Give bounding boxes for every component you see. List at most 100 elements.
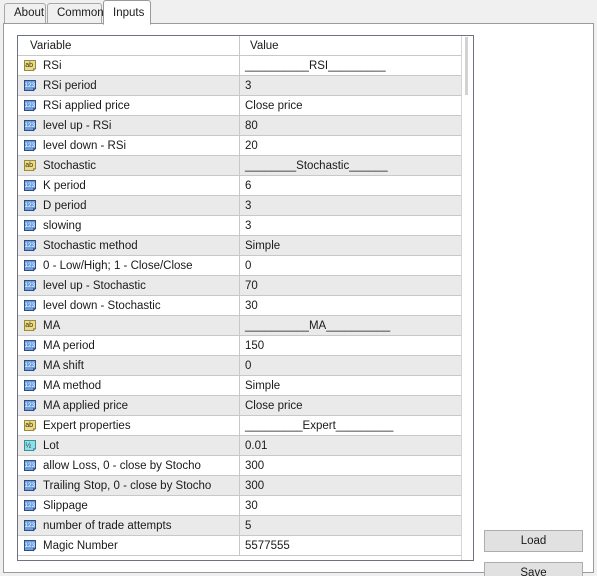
table-row[interactable]: 123 number of trade attempts 5 [18, 516, 462, 536]
row-value-text: 3 [245, 219, 252, 232]
row-value-cell[interactable]: 6 [240, 176, 462, 196]
svg-text:123: 123 [24, 182, 35, 189]
table-row[interactable]: 123 MA period 150 [18, 336, 462, 356]
row-value-cell[interactable]: 20 [240, 136, 462, 156]
row-value-cell[interactable]: 300 [240, 456, 462, 476]
row-value-cell[interactable]: 30 [240, 296, 462, 316]
row-value-cell[interactable]: 5577555 [240, 536, 462, 556]
row-value-cell[interactable]: 0 [240, 256, 462, 276]
123-number-icon: 123 [23, 79, 38, 93]
row-variable-label: MA shift [43, 359, 84, 372]
inputs-tab-panel: Variable Value ab RSi __________RSI_______… [3, 23, 594, 576]
grid-header-row: Variable Value [18, 36, 462, 56]
tab-strip: About Common Inputs [0, 0, 597, 25]
row-value-cell[interactable]: 5 [240, 516, 462, 536]
table-row[interactable]: 123 level up - Stochastic 70 [18, 276, 462, 296]
row-value-cell[interactable]: 0.01 [240, 436, 462, 456]
expert-properties-dialog: About Common Inputs Variable Value ab RSi… [0, 0, 597, 576]
row-variable-cell: 123 D period [18, 196, 240, 216]
tab-inputs[interactable]: Inputs [103, 0, 151, 25]
row-variable-label: MA applied price [43, 399, 129, 412]
table-row[interactable]: 123 allow Loss, 0 - close by Stocho 300 [18, 456, 462, 476]
table-row[interactable]: 123 0 - Low/High; 1 - Close/Close 0 [18, 256, 462, 276]
123-number-icon: 123 [23, 139, 38, 153]
123-number-icon: 123 [23, 359, 38, 373]
table-row[interactable]: 123 slowing 3 [18, 216, 462, 236]
table-row[interactable]: 123 MA method Simple [18, 376, 462, 396]
row-value-cell[interactable]: Close price [240, 396, 462, 416]
row-variable-label: Trailing Stop, 0 - close by Stocho [43, 479, 212, 492]
table-row[interactable]: 123 Slippage 30 [18, 496, 462, 516]
table-row[interactable]: 123 MA shift 0 [18, 356, 462, 376]
123-number-icon: 123 [23, 479, 38, 493]
table-row[interactable]: 123 Stochastic method Simple [18, 236, 462, 256]
table-row[interactable]: ab RSi __________RSI_________ [18, 56, 462, 76]
table-row[interactable]: 123 K period 6 [18, 176, 462, 196]
svg-text:123: 123 [24, 402, 35, 409]
table-row[interactable]: ½ Lot 0.01 [18, 436, 462, 456]
table-row[interactable]: 123 level down - RSi 20 [18, 136, 462, 156]
row-value-cell[interactable]: Simple [240, 376, 462, 396]
row-variable-cell: ab Stochastic [18, 156, 240, 176]
row-value-cell[interactable]: __________RSI_________ [240, 56, 462, 76]
table-row[interactable]: 123 D period 3 [18, 196, 462, 216]
table-row[interactable]: 123 RSi applied price Close price [18, 96, 462, 116]
table-row[interactable]: ab Expert properties _________Expert______… [18, 416, 462, 436]
svg-text:123: 123 [24, 302, 35, 309]
inputs-grid[interactable]: Variable Value ab RSi __________RSI_______… [17, 35, 474, 561]
row-value-text: __________RSI_________ [245, 59, 386, 72]
row-value-cell[interactable]: 30 [240, 496, 462, 516]
table-row[interactable]: 123 Trailing Stop, 0 - close by Stocho 300 [18, 476, 462, 496]
row-value-text: 300 [245, 459, 265, 472]
grid-scrollbar-thumb[interactable] [465, 37, 468, 95]
row-variable-label: MA period [43, 339, 95, 352]
ab-string-icon: ab [23, 159, 38, 173]
123-number-icon: 123 [23, 539, 38, 553]
row-value-cell[interactable]: 150 [240, 336, 462, 356]
load-button[interactable]: Load [484, 530, 583, 552]
123-number-icon: 123 [23, 239, 38, 253]
table-row[interactable]: 123 level down - Stochastic 30 [18, 296, 462, 316]
row-variable-label: D period [43, 199, 87, 212]
row-variable-label: level up - Stochastic [43, 279, 146, 292]
ab-string-icon: ab [23, 59, 38, 73]
table-row[interactable]: 123 level up - RSi 80 [18, 116, 462, 136]
row-value-text: 6 [245, 179, 252, 192]
row-value-cell[interactable]: 0 [240, 356, 462, 376]
row-value-text: 20 [245, 139, 258, 152]
row-variable-label: Expert properties [43, 419, 131, 432]
row-value-cell[interactable]: 3 [240, 196, 462, 216]
tab-common[interactable]: Common [47, 3, 104, 24]
row-value-cell[interactable]: Close price [240, 96, 462, 116]
row-value-cell[interactable]: __________MA__________ [240, 316, 462, 336]
row-variable-cell: 123 level up - Stochastic [18, 276, 240, 296]
svg-text:123: 123 [24, 122, 35, 129]
row-value-cell[interactable]: _________Expert_________ [240, 416, 462, 436]
svg-text:123: 123 [24, 102, 35, 109]
svg-text:123: 123 [24, 142, 35, 149]
table-row[interactable]: 123 Magic Number 5577555 [18, 536, 462, 556]
tab-about[interactable]: About [4, 3, 46, 24]
save-button[interactable]: Save [484, 562, 583, 576]
123-number-icon: 123 [23, 99, 38, 113]
row-value-cell[interactable]: 300 [240, 476, 462, 496]
row-value-text: 0 [245, 359, 252, 372]
row-variable-cell: 123 level up - RSi [18, 116, 240, 136]
row-value-cell[interactable]: Simple [240, 236, 462, 256]
123-number-icon: 123 [23, 279, 38, 293]
table-row[interactable]: 123 RSi period 3 [18, 76, 462, 96]
row-value-cell[interactable]: 3 [240, 216, 462, 236]
row-variable-cell: 123 Stochastic method [18, 236, 240, 256]
table-row[interactable]: ab Stochastic ________Stochastic______ [18, 156, 462, 176]
tab-inputs-label: Inputs [113, 7, 145, 19]
row-value-cell[interactable]: 3 [240, 76, 462, 96]
table-row[interactable]: 123 MA applied price Close price [18, 396, 462, 416]
grid-scrollbar[interactable] [461, 36, 473, 560]
row-value-cell[interactable]: 80 [240, 116, 462, 136]
table-row[interactable]: ab MA __________MA__________ [18, 316, 462, 336]
row-value-cell[interactable]: ________Stochastic______ [240, 156, 462, 176]
svg-text:123: 123 [24, 542, 35, 549]
row-value-cell[interactable]: 70 [240, 276, 462, 296]
row-variable-label: Stochastic [43, 159, 97, 172]
tab-common-label: Common [57, 7, 104, 19]
